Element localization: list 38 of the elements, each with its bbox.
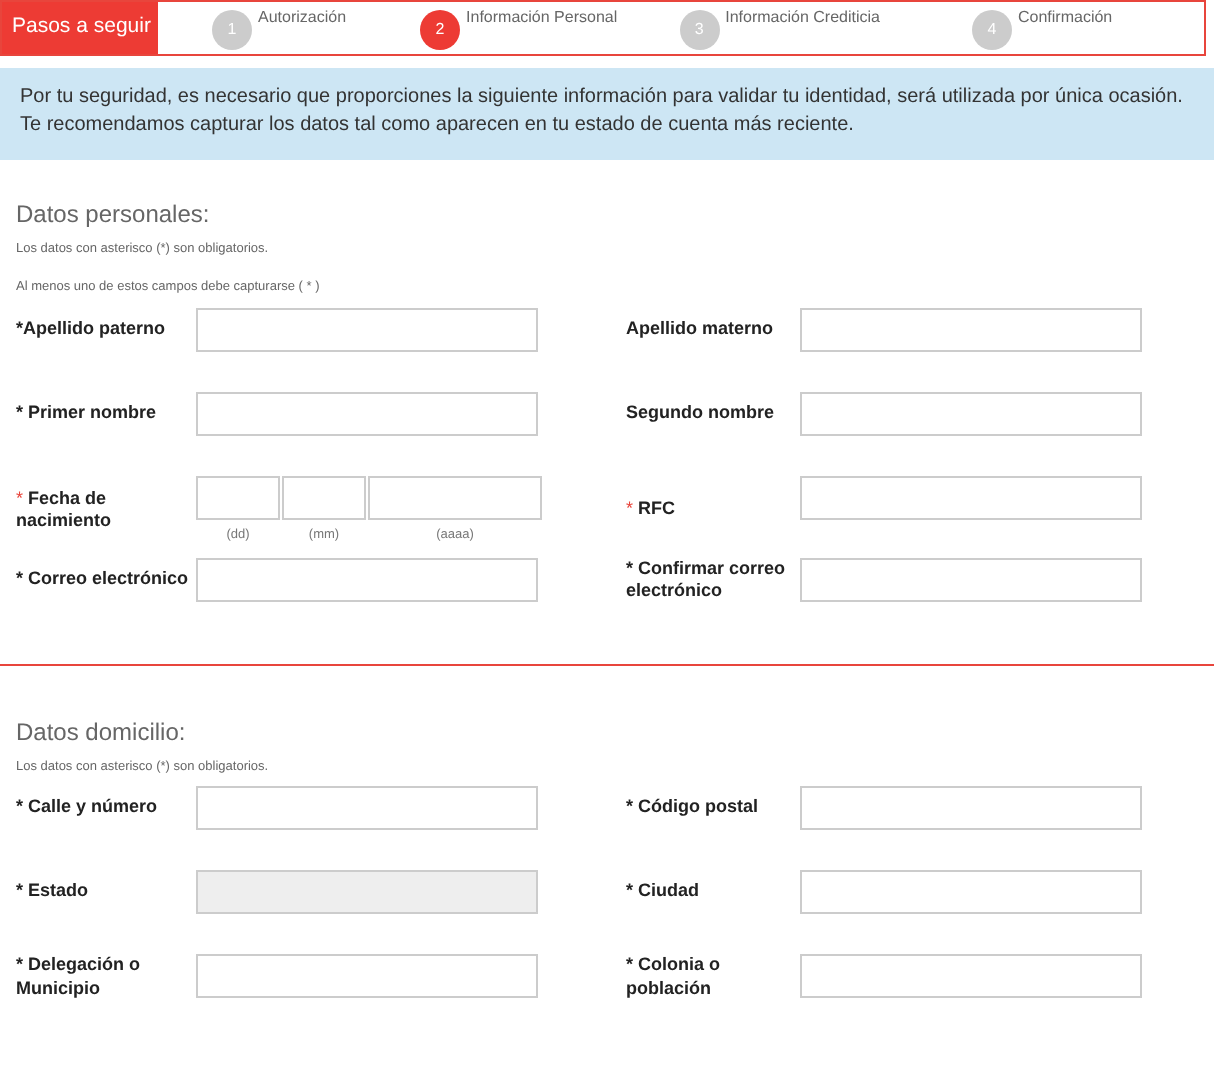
- input-field[interactable]: [368, 475, 542, 520]
- notice-text: Por tu seguridad, es necesario que proporciones la siguiente información para validar tu identidad, será utilizada por única ocasión. Te recomendamos capturar los datos tal como aparecen en tu estado de cuenta más reciente.: [0, 68, 1214, 160]
- input-field[interactable]: [800, 475, 1142, 520]
- field-label: * Ciudad: [626, 880, 702, 904]
- field-label: Segundo nombre: [626, 402, 776, 426]
- step-label[interactable]: Autorización: [258, 6, 347, 30]
- field-label: *Apellido paterno: [16, 318, 168, 342]
- input-field[interactable]: [196, 954, 538, 999]
- field-label: * Primer nombre: [16, 402, 159, 426]
- field-label: * Confirmar correo electrónico: [626, 557, 788, 605]
- input-field[interactable]: [196, 391, 538, 436]
- field-label: * Colonia o población: [626, 954, 722, 1002]
- input-field[interactable]: [196, 557, 538, 602]
- input-field[interactable]: [800, 870, 1142, 915]
- field-label: * Fecha de nacimiento: [16, 487, 114, 534]
- input-field[interactable]: [800, 557, 1142, 602]
- field-label: * Código postal: [626, 796, 760, 820]
- input-field[interactable]: [800, 954, 1142, 999]
- step-label[interactable]: Información Crediticia: [725, 6, 880, 30]
- field-label: Apellido materno: [626, 318, 776, 342]
- input-field[interactable]: [196, 475, 280, 520]
- input-field[interactable]: [800, 786, 1142, 831]
- input-field[interactable]: [800, 391, 1142, 436]
- field-label: * RFC: [626, 498, 678, 523]
- field-label: * Estado: [16, 880, 91, 904]
- input-field[interactable]: [282, 475, 366, 520]
- step-label[interactable]: Información Personal: [466, 6, 618, 30]
- input-field[interactable]: [196, 786, 538, 831]
- field-label: * Delegación o Municipio: [16, 954, 143, 1002]
- step-number[interactable]: 2: [420, 10, 461, 50]
- steps-title: Pasos a seguir: [2, 2, 158, 54]
- input-field[interactable]: [196, 307, 538, 352]
- input-field[interactable]: [800, 307, 1142, 352]
- section-title: Datos personales:: [16, 200, 212, 229]
- field-label: * Correo electrónico: [16, 568, 191, 593]
- field-label: * Calle y número: [16, 796, 160, 820]
- step-label[interactable]: Confirmación: [1018, 6, 1113, 30]
- section-title: Datos domicilio:: [16, 718, 188, 747]
